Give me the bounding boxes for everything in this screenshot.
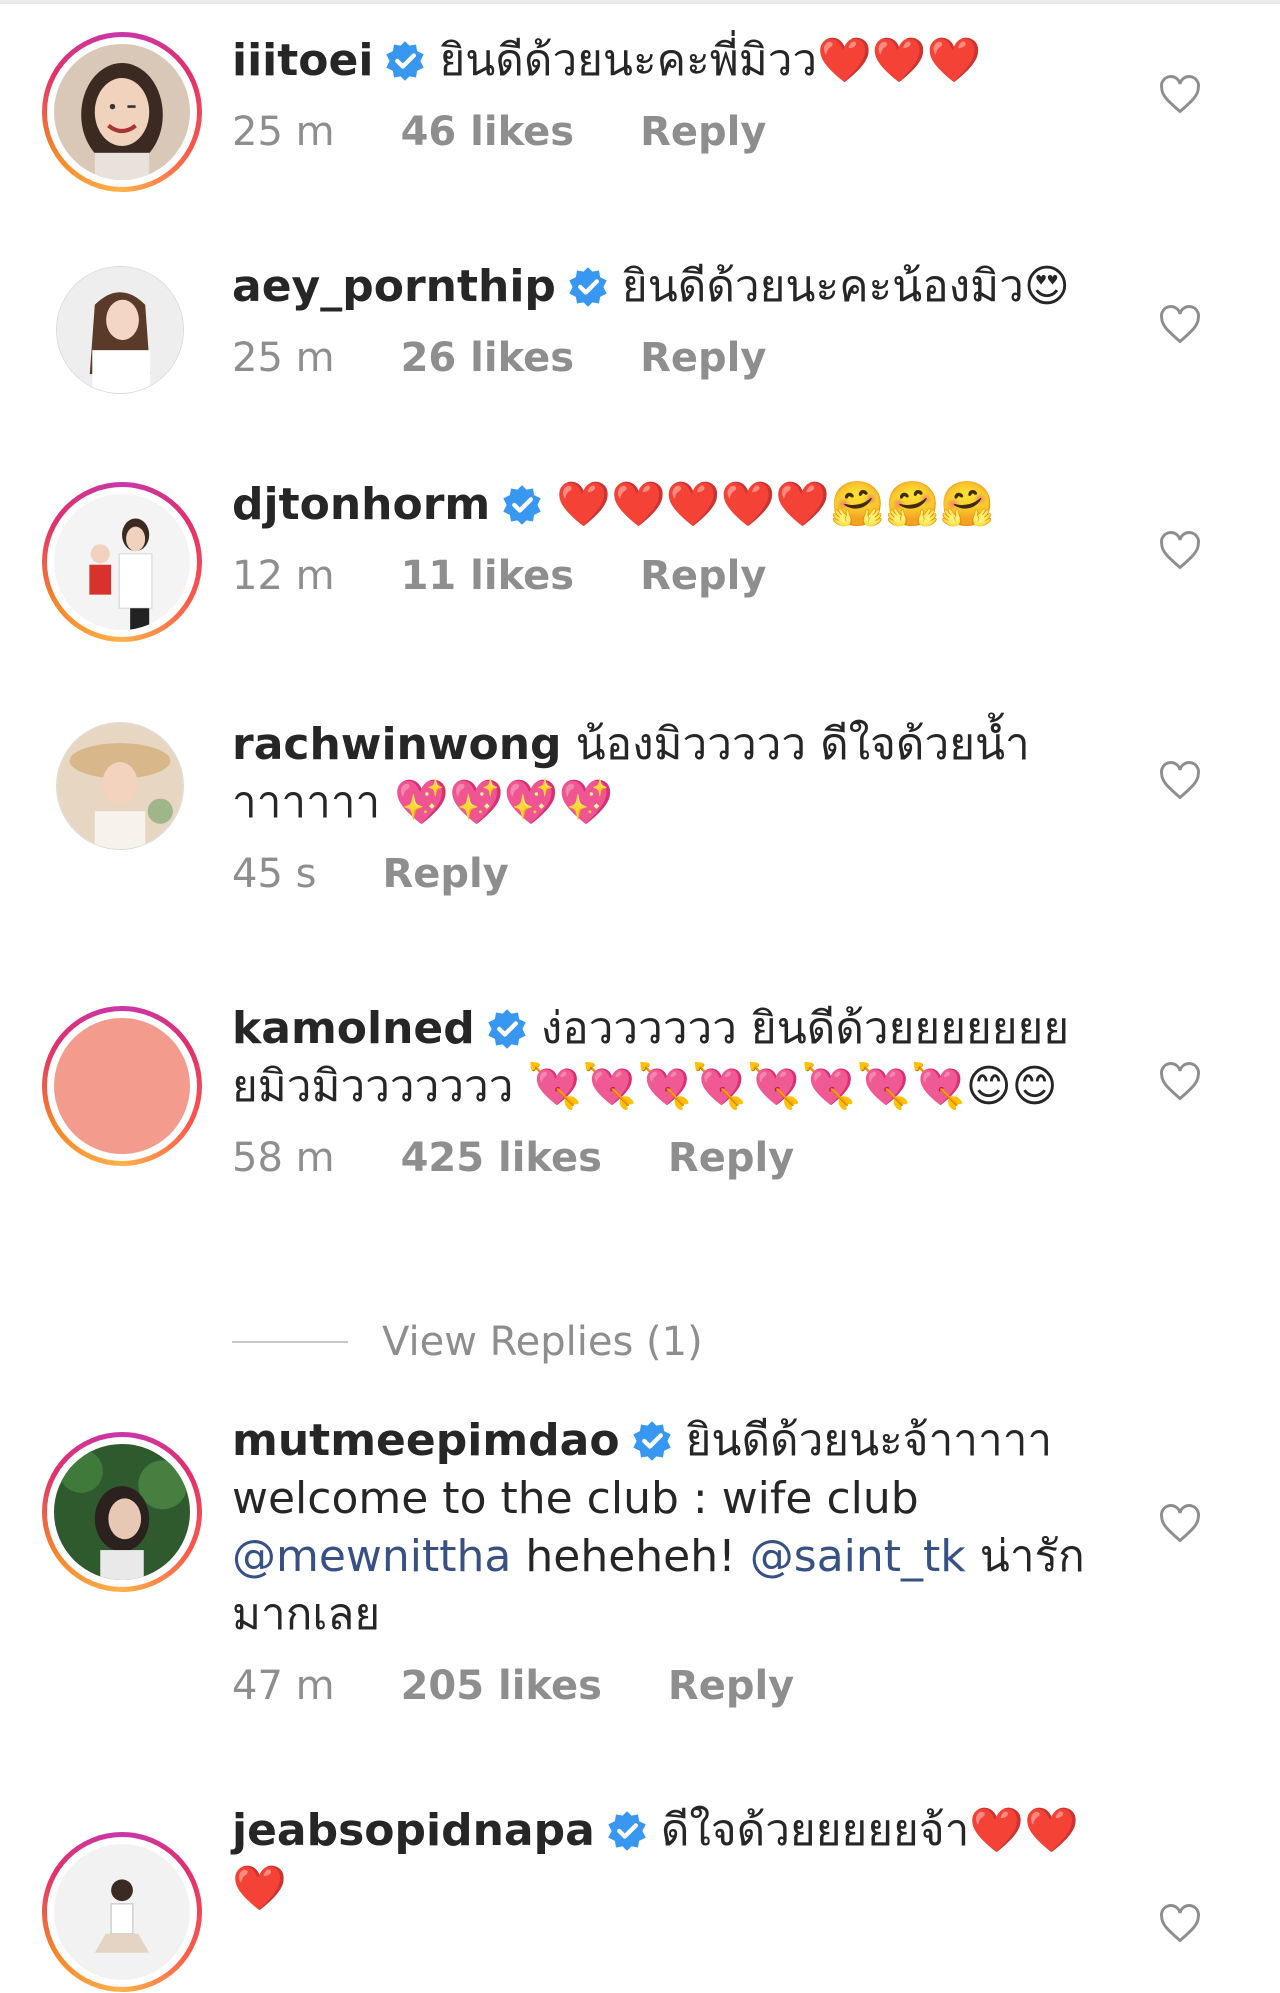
avatar[interactable] [56,722,184,850]
comment-meta: 12 m 11 likes Reply [232,550,1112,602]
heart-icon[interactable] [1158,303,1202,347]
verified-badge-icon [500,483,544,527]
view-replies-label[interactable]: View Replies (1) [382,1319,703,1365]
verified-badge-icon [383,39,427,83]
comment-body: ยินดีด้วยนะคะพี่มิวว❤️❤️❤️ [439,35,982,86]
avatar[interactable] [54,44,190,180]
view-replies-button[interactable]: View Replies (1) [232,1312,832,1372]
comment-content: kamolned ง่อวววววว ยินดีด้วยยยยยยยยมิวมิว… [232,1000,1112,1184]
avatar[interactable] [56,266,184,394]
reply-button[interactable]: Reply [640,106,766,158]
avatar-story-ring[interactable] [42,1432,202,1592]
username[interactable]: djtonhorm [232,479,490,530]
reply-button[interactable]: Reply [668,1660,794,1712]
comment-text: jeabsopidnapa ดีใจด้วยยยยยจ้า❤️❤️❤️ [232,1802,1112,1918]
avatar-story-ring[interactable] [42,1006,202,1166]
verified-badge-icon [605,1809,649,1853]
comment-time: 45 s [232,851,317,897]
avatar-story-ring[interactable] [42,1832,202,1992]
username[interactable]: kamolned [232,1003,475,1054]
comment-body: ยินดีด้วยนะคะน้องมิว😍 [621,261,1070,312]
avatar-photo-woman-long-hair [57,267,183,393]
avatar[interactable] [54,1018,190,1154]
heart-icon[interactable] [1158,1502,1202,1546]
comment-meta: 25 m 46 likes Reply [232,106,1112,158]
avatar[interactable] [54,1444,190,1580]
avatar-story-ring[interactable] [42,32,202,192]
comment-text: mutmeepimdao ยินดีด้วยนะจ้าาาาา welcome t… [232,1412,1112,1644]
heart-icon[interactable] [1158,1902,1202,1946]
comment-content: aey_pornthip ยินดีด้วยนะคะน้องมิว😍 25 m 26… [232,258,1112,384]
username[interactable]: mutmeepimdao [232,1415,620,1466]
comment-text: iiitoei ยินดีด้วยนะคะพี่มิวว❤️❤️❤️ [232,32,1112,90]
avatar-photo-woman-greenery [54,1444,190,1580]
likes-count[interactable]: 26 likes [401,332,574,384]
verified-badge-icon [485,1007,529,1051]
likes-count[interactable]: 205 likes [401,1660,602,1712]
username[interactable]: iiitoei [232,35,373,86]
avatar-photo-woman-sunhat [57,723,183,849]
reply-button[interactable]: Reply [668,1132,794,1184]
avatar-placeholder-salmon [54,1018,190,1154]
verified-badge-icon [566,265,610,309]
comment-body: heheheh! [511,1531,750,1582]
heart-icon[interactable] [1158,759,1202,803]
mention-link[interactable]: @saint_tk [750,1531,966,1582]
avatar-story-ring[interactable] [42,482,202,642]
comment-time: 12 m [232,553,335,599]
avatar-photo-woman-with-child [54,494,190,630]
comment-time: 47 m [232,1663,335,1709]
likes-count[interactable]: 11 likes [401,550,574,602]
username[interactable]: jeabsopidnapa [232,1805,595,1856]
comment-content: djtonhorm ❤️❤️❤️❤️❤️🤗🤗🤗 12 m 11 likes Reply [232,476,1112,602]
comment-time: 25 m [232,335,335,381]
heart-icon[interactable] [1158,73,1202,117]
view-replies-divider [232,1341,348,1343]
comment-text: kamolned ง่อวววววว ยินดีด้วยยยยยยยยมิวมิว… [232,1000,1112,1116]
verified-badge-icon [630,1419,674,1463]
reply-button[interactable]: Reply [640,550,766,602]
reply-button[interactable]: Reply [382,848,508,900]
heart-icon[interactable] [1158,529,1202,573]
avatar-photo-woman-sitting [54,1844,190,1980]
likes-count[interactable]: 425 likes [401,1132,602,1184]
comment-content: rachwinwong น้องมิววววว ดีใจด้วยน้ำาาาาา… [232,716,1112,900]
comment-time: 25 m [232,109,335,155]
comment-meta: 25 m 26 likes Reply [232,332,1112,384]
comment-content: iiitoei ยินดีด้วยนะคะพี่มิวว❤️❤️❤️ 25 m 46… [232,32,1112,158]
comment-meta: 58 m 425 likes Reply [232,1132,1112,1184]
comment-text: aey_pornthip ยินดีด้วยนะคะน้องมิว😍 [232,258,1112,316]
comment-content: mutmeepimdao ยินดีด้วยนะจ้าาาาา welcome t… [232,1412,1112,1712]
likes-count[interactable]: 46 likes [401,106,574,158]
avatar[interactable] [54,494,190,630]
comment-time: 58 m [232,1135,335,1181]
username[interactable]: rachwinwong [232,719,562,770]
heart-icon[interactable] [1158,1060,1202,1104]
mention-link[interactable]: @mewnittha [232,1531,511,1582]
comment-text: rachwinwong น้องมิววววว ดีใจด้วยน้ำาาาาา… [232,716,1112,832]
username[interactable]: aey_pornthip [232,261,556,312]
comment-body: ❤️❤️❤️❤️❤️🤗🤗🤗 [556,479,995,530]
comment-text: djtonhorm ❤️❤️❤️❤️❤️🤗🤗🤗 [232,476,1112,534]
avatar-photo-woman-smiling [54,44,190,180]
comment-meta: 47 m 205 likes Reply [232,1660,1112,1712]
top-divider [0,0,1280,4]
reply-button[interactable]: Reply [640,332,766,384]
comment-meta: 45 s Reply [232,848,1112,900]
comment-content: jeabsopidnapa ดีใจด้วยยยยยจ้า❤️❤️❤️ [232,1802,1112,1918]
avatar[interactable] [54,1844,190,1980]
